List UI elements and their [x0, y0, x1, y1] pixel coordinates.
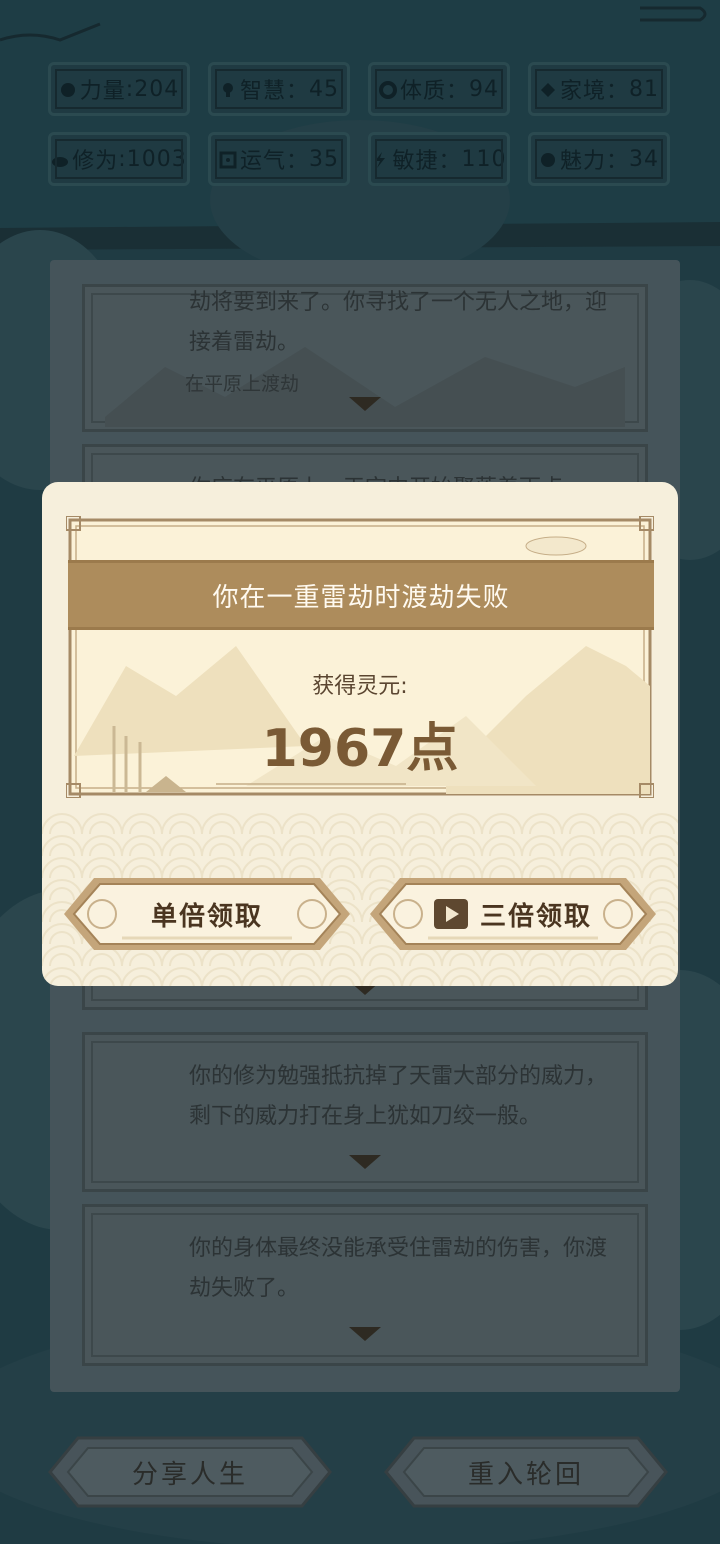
reincarnate-button[interactable]: 重入轮回: [384, 1434, 668, 1510]
stat-luck: 运气： 35: [208, 132, 350, 186]
agility-icon: [371, 150, 389, 168]
stat-label: 力量: [79, 79, 126, 104]
event-text: 劫将要到来了。你寻找了一个无人之地，迎接着雷劫。: [189, 290, 608, 355]
stat-value: 35: [309, 146, 340, 172]
stat-cultivation: 修为:1003: [48, 132, 190, 186]
charm-icon: [539, 150, 557, 168]
share-life-button[interactable]: 分享人生: [48, 1434, 332, 1510]
video-play-icon: [433, 899, 468, 929]
wisdom-icon: [219, 80, 237, 98]
dialog-title: 你在一重雷劫时渡劫失败: [68, 560, 654, 630]
stat-label: 运气: [239, 149, 286, 174]
event-card: 你的修为勉强抵抗掉了天雷大部分的威力，剩下的威力打在身上犹如刀绞一般。: [82, 1032, 648, 1192]
cultivation-icon: [51, 150, 69, 168]
stat-agility: 敏捷： 110: [368, 132, 510, 186]
stat-label: 敏捷: [392, 149, 439, 174]
stat-family: 家境： 81: [528, 62, 670, 116]
event-card: 你的身体最终没能承受住雷劫的伤害，你渡劫失败了。: [82, 1204, 648, 1366]
reincarnate-label: 重入轮回: [467, 1459, 584, 1490]
stat-value: 94: [469, 76, 500, 102]
stat-value: 81: [629, 76, 660, 102]
claim-triple-button[interactable]: 三倍领取: [368, 874, 658, 954]
stat-value: 1003: [126, 146, 187, 172]
event-card: 劫将要到来了。你寻找了一个无人之地，迎接着雷劫。 在平原上渡劫: [82, 284, 648, 432]
stat-value: 204: [134, 76, 180, 102]
reward-value: 1967点: [261, 719, 459, 779]
stat-constitution: 体质： 94: [368, 62, 510, 116]
stat-value: 45: [309, 76, 340, 102]
stat-label: 修为: [72, 149, 119, 174]
expand-arrow-icon[interactable]: [349, 397, 381, 411]
stat-label: 体质: [399, 79, 446, 104]
stat-label: 魅力: [559, 149, 606, 174]
expand-arrow-icon[interactable]: [349, 1155, 381, 1169]
reward-label: 获得灵元:: [312, 674, 408, 699]
stat-strength: 力量:204: [48, 62, 190, 116]
stat-value: 34: [629, 146, 660, 172]
family-icon: [539, 80, 557, 98]
claim-single-label: 单倍领取: [150, 901, 263, 932]
event-text: 你的身体最终没能承受住雷劫的伤害，你渡劫失败了。: [189, 1236, 608, 1301]
attribute-stats: 力量:204 智慧： 45 体质： 94 家境： 81 修为:1003 运气： 35 敏…: [48, 62, 678, 186]
result-dialog: 你在一重雷劫时渡劫失败 获得灵元: 1967点 单倍领取 三倍领取: [42, 482, 678, 986]
claim-triple-label: 三倍领取: [479, 901, 592, 932]
event-text: 你的修为勉强抵抗掉了天雷大部分的威力，剩下的威力打在身上犹如刀绞一般。: [189, 1064, 608, 1129]
stat-label: 家境: [559, 79, 606, 104]
event-note: 在平原上渡劫: [185, 373, 300, 395]
strength-icon: [59, 80, 77, 98]
stat-value: 110: [461, 146, 507, 172]
constitution-icon: [378, 80, 397, 99]
claim-single-button[interactable]: 单倍领取: [62, 874, 352, 954]
expand-arrow-icon[interactable]: [349, 1327, 381, 1341]
stat-label: 智慧: [239, 79, 286, 104]
stat-charm: 魅力： 34: [528, 132, 670, 186]
luck-icon: [219, 150, 237, 169]
stat-wisdom: 智慧： 45: [208, 62, 350, 116]
share-life-label: 分享人生: [131, 1459, 248, 1490]
